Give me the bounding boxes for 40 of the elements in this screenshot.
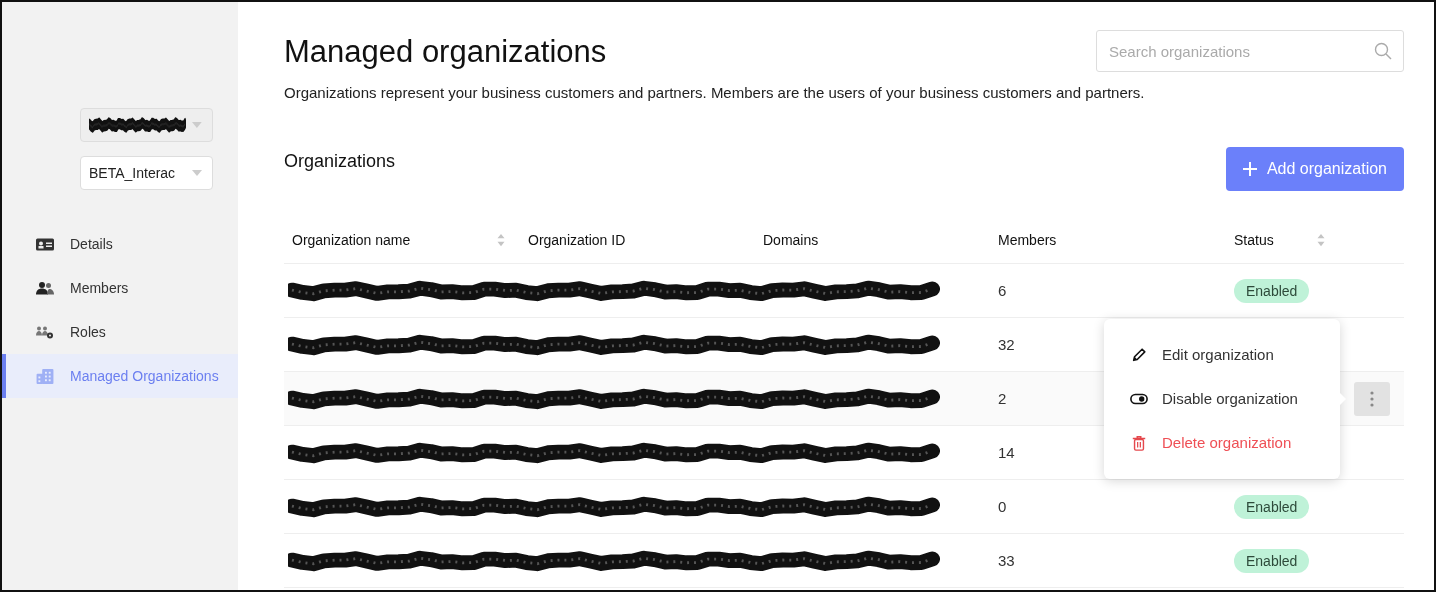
search-icon [1374, 42, 1392, 60]
members-count: 6 [998, 282, 1007, 299]
column-header: Domains [763, 232, 819, 248]
more-options-button[interactable] [1354, 381, 1390, 416]
sidebar-item[interactable]: Members [2, 266, 238, 310]
menu-item[interactable]: Disable organization [1104, 376, 1340, 421]
page-description: Organizations represent your business customers and partners. Members are the users of your business customers and partners. [284, 84, 1146, 101]
people-gear-icon [36, 324, 54, 340]
building-icon [36, 368, 54, 384]
search-field[interactable]: Search organizations [1096, 30, 1404, 72]
kebab-icon [1370, 390, 1374, 407]
menu-item[interactable]: Delete organization [1104, 420, 1340, 465]
status-badge: Enabled [1234, 494, 1310, 519]
sort-icon[interactable] [1316, 233, 1326, 247]
members-count: 33 [998, 552, 1015, 569]
trash-icon [1130, 434, 1148, 451]
menu-item[interactable]: Edit organization [1104, 332, 1340, 377]
plus-icon [1242, 162, 1257, 176]
page-title: Managed organizations [284, 34, 607, 70]
column-header: Organization ID [528, 232, 626, 248]
people-icon [36, 280, 54, 296]
members-count: 14 [998, 444, 1015, 461]
section-title: Organizations [284, 151, 396, 172]
id-card-icon [36, 236, 54, 252]
members-count: 0 [998, 498, 1007, 515]
members-count: 2 [998, 390, 1007, 407]
column-header: Members [998, 232, 1057, 248]
members-count: 32 [998, 336, 1015, 353]
sort-icon[interactable] [496, 233, 506, 247]
sidebar-item[interactable]: Details [2, 222, 238, 266]
environment-dropdown[interactable]: BETA_Interac [80, 156, 213, 190]
caret-icon [192, 122, 202, 128]
caret-icon [192, 170, 202, 176]
workspace-dropdown[interactable] [80, 108, 213, 142]
column-header: Organization name [292, 232, 411, 248]
status-badge: Enabled [1234, 278, 1310, 303]
column-header: Status [1234, 232, 1274, 248]
pencil-icon [1130, 346, 1148, 363]
sidebar-item[interactable]: Roles [2, 310, 238, 354]
status-badge: Enabled [1234, 548, 1310, 573]
